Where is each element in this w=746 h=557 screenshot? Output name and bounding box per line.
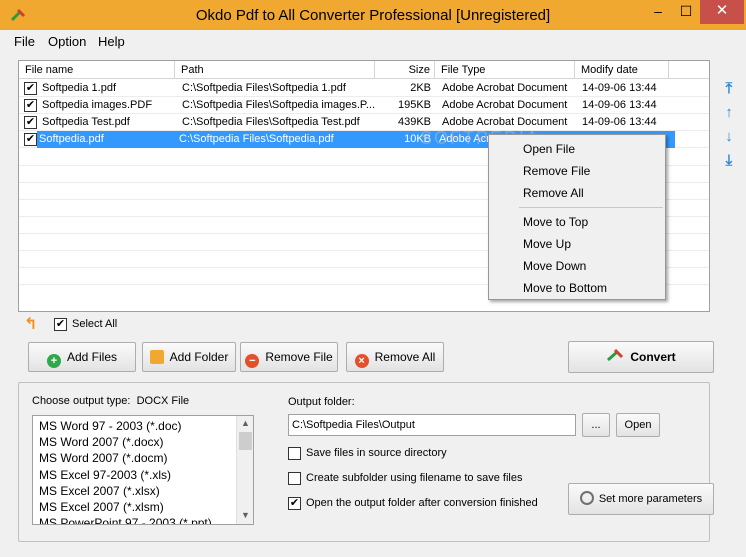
add-files-label: Add Files [66,350,118,364]
row-checkbox[interactable]: ✔ [24,82,37,95]
context-menu: Open File Remove File Remove All Move to… [488,134,666,300]
row-checkbox[interactable]: ✔ [24,133,37,146]
remove-all-label: Remove All [374,350,436,364]
add-icon: + [46,354,61,368]
cell-path: C:\Softpedia Files\Softpedia Test.pdf [182,116,360,128]
output-type-label: Choose output type: DOCX File [32,395,190,407]
close-button[interactable]: ✕ [700,0,744,24]
column-path[interactable]: Path [175,61,375,79]
add-files-button[interactable]: + Add Files [28,342,136,372]
remove-icon: − [245,354,260,368]
cell-path: C:\Softpedia Files\Softpedia images.P... [182,99,375,111]
cell-file-name: Softpedia Test.pdf [42,116,130,128]
column-filler [669,61,709,79]
add-folder-label: Add Folder [169,350,229,364]
option-checkbox[interactable]: ✔ [288,497,301,510]
ctx-move-to-bottom[interactable]: Move to Bottom [523,278,607,298]
folder-icon [149,350,164,364]
table-row[interactable]: ✔ Softpedia images.PDF C:\Softpedia File… [19,97,709,114]
cell-file-type: Adobe Acrobat Document [442,82,568,94]
cell-file-name: Softpedia images.PDF [42,99,153,111]
convert-icon [607,349,624,362]
remove-all-button[interactable]: × Remove All [346,342,444,372]
ctx-remove-all[interactable]: Remove All [523,183,584,203]
scroll-down-icon[interactable]: ▼ [237,508,253,523]
output-type-option[interactable]: MS Word 2007 (*.docm) [39,450,168,466]
option-label: Create subfolder using filename to save … [306,472,523,484]
column-size[interactable]: Size [375,61,435,79]
output-type-option[interactable]: MS Word 2007 (*.docx) [39,434,164,450]
menu-bar: File Option Help [0,30,746,52]
window-title: Okdo Pdf to All Converter Professional [… [195,7,551,24]
minimize-button[interactable]: – [644,0,672,24]
convert-button[interactable]: Convert [568,341,714,373]
option-checkbox[interactable] [288,447,301,460]
cell-modify-date: 14-09-06 13:44 [582,116,657,128]
column-modify-date[interactable]: Modify date [575,61,669,79]
move-up-icon[interactable]: ↑ [720,104,738,122]
option-checkbox[interactable] [288,472,301,485]
ctx-move-up[interactable]: Move Up [523,234,571,254]
output-type-option[interactable]: MS Excel 2007 (*.xlsx) [39,483,160,499]
cell-file-type: Adobe Acrobat Document [442,99,568,111]
ctx-move-to-top[interactable]: Move to Top [523,212,588,232]
browse-button[interactable]: ... [582,413,610,437]
scroll-up-icon[interactable]: ▲ [237,416,253,431]
table-row[interactable]: ✔ Softpedia Test.pdf C:\Softpedia Files\… [19,114,709,131]
title-bar: Okdo Pdf to All Converter Professional [… [0,0,746,30]
ctx-separator [519,207,663,208]
remove-all-icon: × [354,354,369,368]
remove-file-button[interactable]: − Remove File [240,342,338,372]
cell-size: 195KB [397,99,431,111]
open-folder-button[interactable]: Open [616,413,660,437]
set-more-parameters-label: Set more parameters [598,493,703,505]
option-open-output-folder[interactable]: ✔ Open the output folder after conversio… [288,496,558,512]
menu-file[interactable]: File [14,34,35,49]
table-row[interactable]: ✔ Softpedia 1.pdf C:\Softpedia Files\Sof… [19,80,709,97]
scroll-thumb[interactable] [239,432,252,450]
remove-file-label: Remove File [265,350,333,364]
output-type-option[interactable]: MS Excel 2007 (*.xlsm) [39,499,164,515]
up-folder-icon[interactable]: ↰ [24,314,37,334]
ctx-remove-file[interactable]: Remove File [523,161,590,181]
gear-icon [579,491,594,505]
add-folder-button[interactable]: Add Folder [142,342,236,372]
output-type-list[interactable]: MS Word 97 - 2003 (*.doc) MS Word 2007 (… [32,415,254,525]
output-folder-label: Output folder: [288,396,355,408]
select-all-checkbox[interactable]: ✔ [54,318,67,331]
cell-modify-date: 14-09-06 13:44 [582,99,657,111]
menu-help[interactable]: Help [98,34,125,49]
cell-modify-date: 14-09-06 13:44 [582,82,657,94]
ctx-move-down[interactable]: Move Down [523,256,586,276]
cell-file-name: Softpedia 1.pdf [42,82,117,94]
output-type-option[interactable]: MS PowerPoint 97 - 2003 (*.ppt) [39,515,212,524]
ctx-open-file[interactable]: Open File [523,139,575,159]
file-list-header: File name Path Size File Type Modify dat… [19,61,709,79]
set-more-parameters-button[interactable]: Set more parameters [568,483,714,515]
select-all-row: ↰ ✔ Select All [24,314,154,334]
output-type-option[interactable]: MS Word 97 - 2003 (*.doc) [39,418,182,434]
maximize-button[interactable]: ☐ [672,0,700,24]
move-to-bottom-icon[interactable]: ⤓ [720,152,738,170]
option-create-subfolder[interactable]: Create subfolder using filename to save … [288,471,548,487]
move-down-icon[interactable]: ↓ [720,128,738,146]
menu-option[interactable]: Option [48,34,86,49]
output-type-scrollbar[interactable]: ▲ ▼ [236,416,253,524]
option-label: Save files in source directory [306,447,447,459]
column-file-type[interactable]: File Type [435,61,575,79]
cell-size: 2KB [410,82,431,94]
output-folder-input[interactable]: C:\Softpedia Files\Output [288,414,576,436]
cell-path: C:\Softpedia Files\Softpedia 1.pdf [182,82,346,94]
cell-path: C:\Softpedia Files\Softpedia.pdf [175,131,375,148]
row-checkbox[interactable]: ✔ [24,116,37,129]
cell-file-name: Softpedia.pdf [37,131,175,148]
convert-label: Convert [630,350,676,364]
output-type-option[interactable]: MS Excel 97-2003 (*.xls) [39,467,171,483]
row-checkbox[interactable]: ✔ [24,99,37,112]
select-all-label[interactable]: Select All [72,318,117,330]
column-file-name[interactable]: File name [19,61,175,79]
move-to-top-icon[interactable]: ⤒ [720,80,738,98]
option-save-in-source[interactable]: Save files in source directory [288,446,508,462]
option-label: Open the output folder after conversion … [306,497,538,509]
